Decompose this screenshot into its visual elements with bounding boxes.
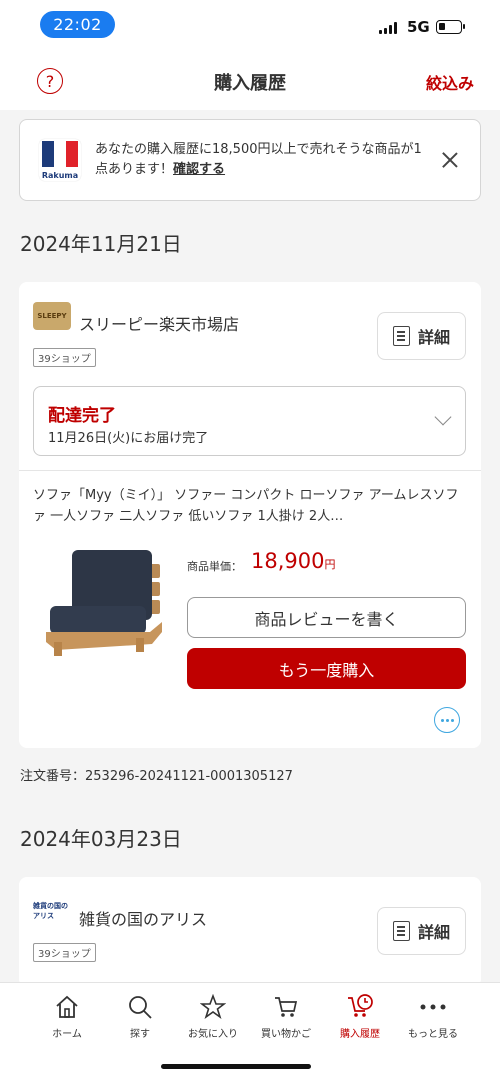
status-time: 22:02	[40, 11, 115, 38]
document-icon	[392, 921, 410, 941]
nav-item-purchase-history[interactable]: 購入履歴	[320, 993, 400, 1040]
more-options-icon[interactable]	[434, 707, 460, 733]
write-review-button[interactable]: 商品レビューを書く	[187, 597, 466, 638]
app-header: ? 購入履歴 絞込み	[0, 50, 500, 110]
nav-item-favorites[interactable]: お気に入り	[173, 993, 253, 1040]
nav-item-home[interactable]: ホーム	[27, 993, 107, 1040]
filter-button[interactable]: 絞込み	[426, 70, 474, 94]
banner-confirm-link[interactable]: 確認する	[173, 162, 225, 177]
status-bar: 22:02 5G	[0, 0, 500, 50]
price-label: 商品単価：	[187, 560, 242, 573]
item-price: 18,900円	[251, 549, 336, 573]
banner-message: あなたの購入履歴に18,500円以上で売れそうな商品が1点あります！確認する	[95, 142, 422, 177]
nav-item-search[interactable]: 探す	[100, 993, 180, 1040]
star-icon	[173, 993, 253, 1021]
order-date-heading: 2024年11月21日	[20, 232, 182, 256]
document-icon	[392, 326, 410, 346]
chevron-down-icon	[434, 408, 452, 426]
more-icon	[393, 993, 473, 1021]
divider	[19, 470, 481, 471]
battery-icon	[436, 20, 465, 34]
home-indicator	[161, 1064, 311, 1069]
search-icon	[100, 993, 180, 1021]
home-icon	[27, 993, 107, 1021]
signal-icon	[379, 22, 397, 34]
item-name[interactable]: ソファ「Myy（ミイ）」 ソファー コンパクト ローソファ アームレスソファ 一…	[33, 485, 469, 527]
order-detail-button[interactable]: 詳細	[377, 312, 466, 360]
order-detail-button[interactable]: 詳細	[377, 907, 466, 955]
nav-item-cart[interactable]: 買い物かご	[246, 993, 326, 1040]
rakuma-banner[interactable]: Rakuma あなたの購入履歴に18,500円以上で売れそうな商品が1点あります…	[19, 119, 481, 201]
delivery-date: 11月26日(火)にお届け完了	[48, 431, 209, 446]
close-icon[interactable]	[440, 150, 460, 170]
order-number: 注文番号：253296-20241121-0001305127	[20, 769, 293, 784]
shop-name[interactable]: 雑貨の国のアリス	[79, 906, 207, 930]
delivery-status-box[interactable]: 配達完了 11月26日(火)にお届け完了	[33, 386, 466, 456]
shop-badge: 39ショップ	[33, 943, 96, 962]
order-card: SLEEPY スリーピー楽天市場店 39ショップ 詳細 配達完了 11月26日(…	[19, 282, 481, 748]
shop-logo: SLEEPY	[33, 302, 71, 330]
shop-badge: 39ショップ	[33, 348, 96, 367]
delivery-status: 配達完了	[48, 406, 116, 426]
buy-again-button[interactable]: もう一度購入	[187, 648, 466, 689]
rakuma-logo: Rakuma	[39, 139, 81, 181]
shop-logo: 雑貨の国の アリス	[33, 897, 71, 925]
product-image[interactable]	[44, 544, 164, 659]
network-type: 5G	[407, 18, 430, 36]
nav-item-more[interactable]: もっと見る	[393, 993, 473, 1040]
purchase-history-icon	[320, 993, 400, 1021]
order-card: 雑貨の国の アリス 雑貨の国のアリス 39ショップ 詳細	[19, 877, 481, 987]
cart-icon	[246, 993, 326, 1021]
order-date-heading: 2024年03月23日	[20, 827, 182, 851]
shop-name[interactable]: スリーピー楽天市場店	[79, 311, 239, 335]
